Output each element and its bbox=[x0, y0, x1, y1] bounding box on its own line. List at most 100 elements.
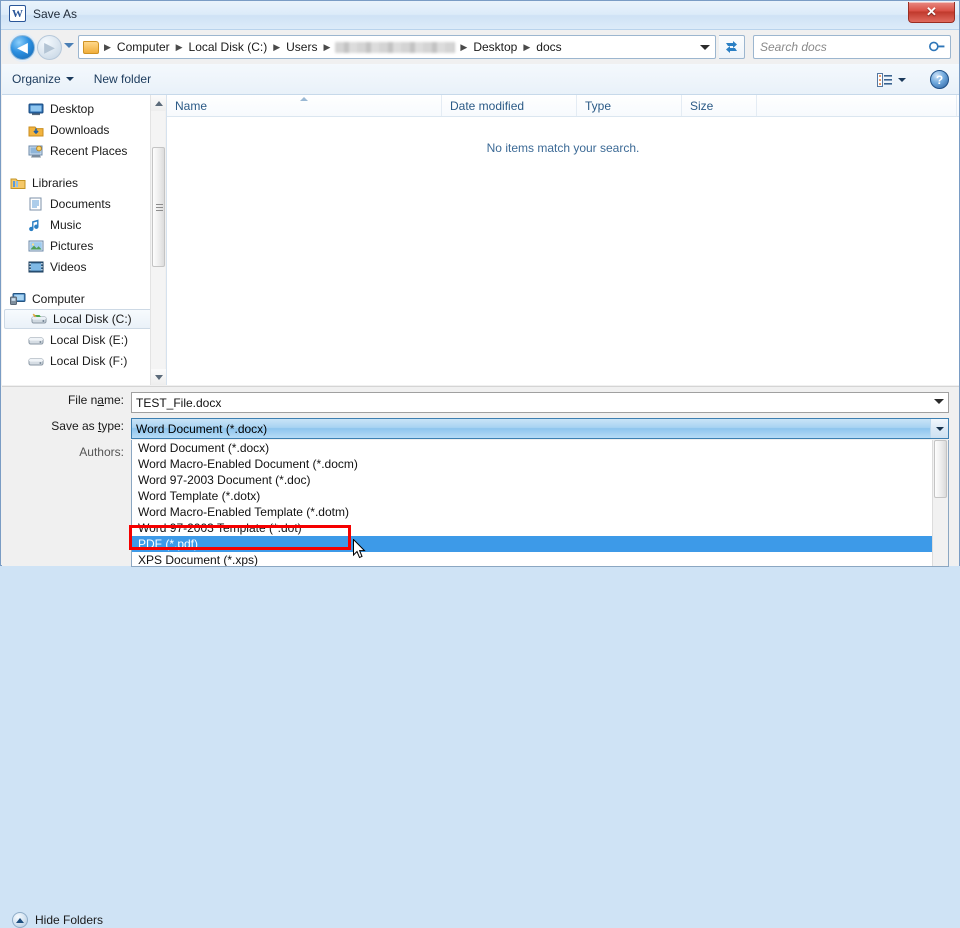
column-header-type[interactable]: Type bbox=[577, 95, 682, 116]
videos-icon bbox=[28, 260, 44, 274]
dropdown-option-xps-document-xps[interactable]: XPS Document (*.xps) bbox=[132, 552, 948, 567]
breadcrumb-separator-icon: ▶ bbox=[173, 42, 186, 53]
nav-item-downloads[interactable]: Downloads bbox=[2, 119, 165, 140]
scroll-up-button[interactable] bbox=[151, 95, 166, 111]
nav-item-local-disk-c[interactable]: Local Disk (C:) bbox=[4, 309, 161, 329]
new-folder-button[interactable]: New folder bbox=[84, 67, 161, 91]
navigation-scrollbar[interactable] bbox=[150, 95, 165, 385]
authors-label: Authors: bbox=[2, 445, 124, 459]
breadcrumb-chevron-down-icon[interactable] bbox=[700, 45, 710, 50]
file-name-value: TEST_File.docx bbox=[136, 396, 221, 410]
refresh-icon bbox=[724, 40, 739, 54]
view-layout-icon bbox=[877, 73, 892, 87]
search-box[interactable]: Search docs bbox=[753, 35, 951, 59]
nav-item-recent-places[interactable]: Recent Places bbox=[2, 140, 165, 161]
breadcrumb-item-docs[interactable]: docs bbox=[533, 38, 564, 56]
nav-item-music[interactable]: Music bbox=[2, 214, 165, 235]
back-button[interactable]: ◀ bbox=[10, 35, 35, 60]
nav-item-label: Recent Places bbox=[50, 144, 127, 158]
dropdown-option-word-document-docx[interactable]: Word Document (*.docx) bbox=[132, 440, 948, 456]
nav-item-libraries[interactable]: Libraries bbox=[2, 172, 165, 193]
file-name-chevron-down-icon[interactable] bbox=[934, 399, 944, 404]
dropdown-options: Word Document (*.docx)Word Macro-Enabled… bbox=[132, 440, 948, 567]
window-title: Save As bbox=[33, 7, 77, 21]
breadcrumb-item-username-redacted[interactable] bbox=[335, 42, 455, 53]
back-arrow-icon: ◀ bbox=[17, 40, 28, 54]
nav-item-label: Local Disk (E:) bbox=[50, 333, 128, 347]
nav-item-computer[interactable]: Computer bbox=[2, 288, 165, 309]
column-header-label: Type bbox=[585, 99, 611, 113]
word-app-icon: W bbox=[9, 5, 26, 22]
breadcrumb-separator-icon: ▶ bbox=[320, 42, 333, 53]
title-bar: W Save As ✕ bbox=[1, 1, 959, 30]
dropdown-scrollbar[interactable] bbox=[932, 440, 948, 567]
breadcrumb-separator-icon: ▶ bbox=[101, 42, 114, 53]
recent-locations-chevron-down-icon[interactable] bbox=[64, 43, 74, 48]
nav-item-label: Pictures bbox=[50, 239, 93, 253]
column-header-label: Size bbox=[690, 99, 713, 113]
save-as-type-chevron-down-icon[interactable] bbox=[931, 419, 948, 438]
save-as-type-combobox[interactable]: Word Document (*.docx) bbox=[131, 418, 949, 439]
save-as-dialog: W Save As ✕ ◀ ▶ ▶ Computer ▶ Local Disk … bbox=[0, 0, 960, 566]
column-header-label: Date modified bbox=[450, 99, 524, 113]
recent-places-icon bbox=[28, 144, 44, 158]
drive-icon bbox=[28, 333, 44, 347]
chevron-up-icon bbox=[12, 912, 28, 928]
nav-item-pictures[interactable]: Pictures bbox=[2, 235, 165, 256]
column-header-date-modified[interactable]: Date modified bbox=[442, 95, 577, 116]
hide-folders-button[interactable]: Hide Folders bbox=[12, 912, 103, 928]
nav-item-label: Downloads bbox=[50, 123, 109, 137]
change-view-button[interactable] bbox=[871, 69, 912, 91]
nav-item-desktop[interactable]: Desktop bbox=[2, 98, 165, 119]
breadcrumb-item-local-disk-c[interactable]: Local Disk (C:) bbox=[186, 38, 271, 56]
title-bar-left: W Save As bbox=[9, 5, 77, 22]
breadcrumb[interactable]: ▶ Computer ▶ Local Disk (C:) ▶ Users ▶ ▶… bbox=[78, 35, 716, 59]
column-header-name[interactable]: Name bbox=[167, 95, 442, 116]
breadcrumb-separator-icon: ▶ bbox=[457, 42, 470, 53]
save-as-type-value: Word Document (*.docx) bbox=[132, 419, 931, 438]
breadcrumb-item-users[interactable]: Users bbox=[283, 38, 320, 56]
dropdown-option-word-macro-enabled-template-dotm[interactable]: Word Macro-Enabled Template (*.dotm) bbox=[132, 504, 948, 520]
libraries-icon bbox=[10, 176, 26, 190]
view-chevron-down-icon[interactable] bbox=[898, 78, 906, 82]
breadcrumb-item-computer[interactable]: Computer bbox=[114, 38, 173, 56]
breadcrumb-separator-icon: ▶ bbox=[270, 42, 283, 53]
nav-item-label: Music bbox=[50, 218, 81, 232]
dropdown-option-word-template-dotx[interactable]: Word Template (*.dotx) bbox=[132, 488, 948, 504]
refresh-button[interactable] bbox=[719, 35, 745, 59]
mouse-cursor bbox=[353, 539, 367, 561]
desktop-icon bbox=[28, 102, 44, 116]
search-input[interactable]: Search docs bbox=[760, 40, 930, 54]
nav-item-videos[interactable]: Videos bbox=[2, 256, 165, 277]
folder-icon bbox=[83, 41, 99, 54]
dropdown-scrollbar-thumb[interactable] bbox=[934, 440, 947, 498]
dropdown-option-pdf-pdf[interactable]: PDF (*.pdf) bbox=[132, 536, 948, 552]
column-header-label: Name bbox=[175, 99, 207, 113]
music-icon bbox=[28, 218, 44, 232]
scroll-down-button[interactable] bbox=[151, 369, 166, 385]
file-name-input[interactable]: TEST_File.docx bbox=[131, 392, 949, 413]
column-header-blank[interactable] bbox=[757, 95, 957, 116]
save-as-type-dropdown-list[interactable]: Word Document (*.docx)Word Macro-Enabled… bbox=[131, 440, 949, 567]
save-as-dialog-screen: W Save As ✕ ◀ ▶ ▶ Computer ▶ Local Disk … bbox=[0, 0, 960, 566]
column-header-size[interactable]: Size bbox=[682, 95, 757, 116]
nav-group-spacer bbox=[2, 277, 165, 288]
help-button[interactable]: ? bbox=[930, 70, 949, 89]
nav-item-local-disk-f[interactable]: Local Disk (F:) bbox=[2, 350, 165, 371]
organize-button[interactable]: Organize bbox=[2, 67, 84, 91]
harddisk-icon bbox=[31, 312, 47, 326]
breadcrumb-item-desktop[interactable]: Desktop bbox=[470, 38, 520, 56]
navigation-list: Desktop Downloads Recent Places LibrariesDo… bbox=[2, 95, 165, 371]
documents-icon bbox=[28, 197, 44, 211]
nav-item-local-disk-e[interactable]: Local Disk (E:) bbox=[2, 329, 165, 350]
forward-button[interactable]: ▶ bbox=[37, 35, 62, 60]
nav-item-label: Local Disk (F:) bbox=[50, 354, 127, 368]
nav-item-documents[interactable]: Documents bbox=[2, 193, 165, 214]
close-button[interactable]: ✕ bbox=[908, 2, 955, 23]
dropdown-option-word-macro-enabled-document-docm[interactable]: Word Macro-Enabled Document (*.docm) bbox=[132, 456, 948, 472]
scrollbar-thumb[interactable] bbox=[152, 147, 165, 267]
dropdown-option-word-97-2003-template-dot[interactable]: Word 97-2003 Template (*.dot) bbox=[132, 520, 948, 536]
computer-icon bbox=[10, 292, 26, 306]
navigation-pane: Desktop Downloads Recent Places LibrariesDo… bbox=[2, 95, 165, 385]
dropdown-option-word-97-2003-document-doc[interactable]: Word 97-2003 Document (*.doc) bbox=[132, 472, 948, 488]
